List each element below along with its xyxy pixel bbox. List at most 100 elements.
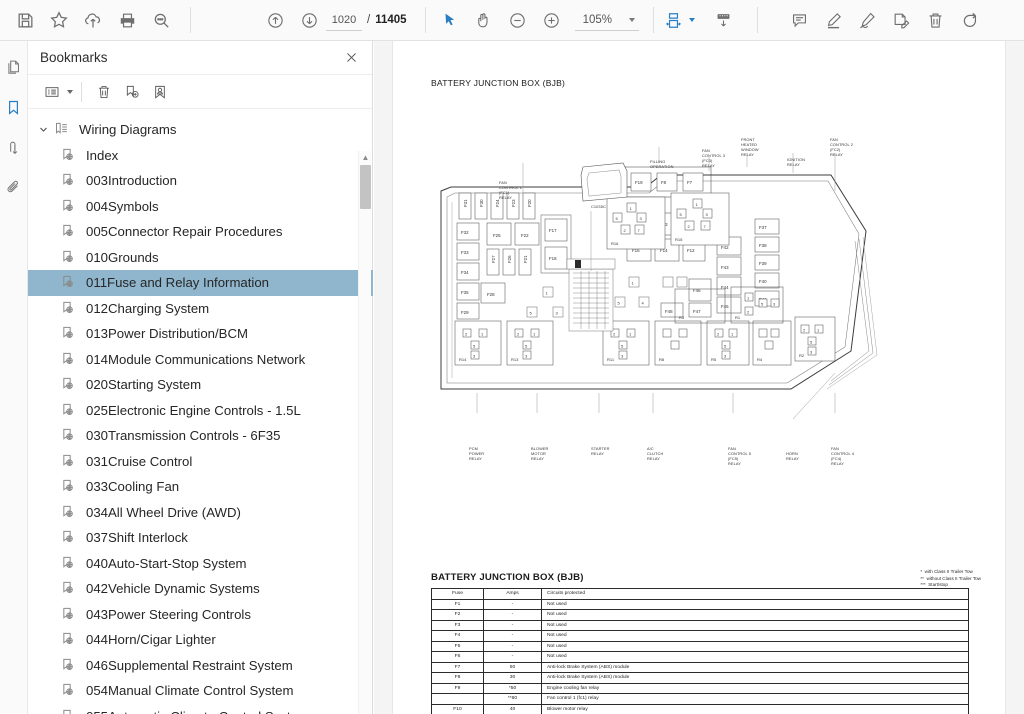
attachment-icon[interactable] (2, 175, 26, 199)
bookmark-page-icon (60, 555, 79, 572)
bookmark-page-icon (60, 708, 79, 714)
bookmark-item[interactable]: 033Cooling Fan (28, 474, 373, 500)
close-icon[interactable] (340, 47, 362, 69)
svg-text:F35: F35 (461, 290, 469, 295)
bookmark-page-icon (60, 402, 79, 419)
svg-text:F27: F27 (491, 255, 496, 263)
list-options-icon[interactable] (38, 79, 65, 105)
bookmark-item[interactable]: 005Connector Repair Procedures (28, 219, 373, 245)
bookmark-root-wiring-diagrams[interactable]: Wiring Diagrams (28, 117, 373, 143)
diagram-callout-top: FILLING OPERATION (650, 159, 674, 170)
bookmarks-icon[interactable] (2, 95, 26, 119)
fuse-table-cell: F10 (431, 703, 484, 714)
bookmarks-scrollbar[interactable]: ▲ ▼ (358, 151, 371, 714)
bookmark-page-icon (60, 427, 79, 444)
delete-bookmark-icon[interactable] (90, 79, 117, 105)
pan-hand-icon[interactable] (467, 4, 501, 36)
stamp-icon[interactable] (885, 4, 919, 36)
bookmarks-tree[interactable]: Wiring Diagrams Index 003Introduction 00… (28, 109, 373, 714)
signature-icon[interactable] (2, 135, 26, 159)
find-bookmark-icon[interactable] (146, 79, 173, 105)
svg-text:R2: R2 (799, 353, 805, 358)
add-bookmark-icon[interactable] (118, 79, 145, 105)
search-icon[interactable] (144, 4, 178, 36)
fuse-table-row: F10 40 Blower motor relay (431, 703, 969, 714)
bookmark-item[interactable]: 055Automatic Climate Control System (28, 704, 373, 714)
chevron-down-icon[interactable] (67, 89, 73, 94)
scrollbar-thumb[interactable] (360, 165, 371, 209)
fuse-table-cell: Not used (541, 651, 969, 663)
svg-text:R4: R4 (757, 357, 763, 362)
page-number-input[interactable] (326, 9, 362, 31)
diagram-callout-top: FAN CONTROL 3 (FC3) RELAY (702, 148, 726, 169)
svg-text:F26: F26 (507, 255, 512, 263)
fuse-table-cell: Not used (541, 598, 969, 610)
bookmark-item[interactable]: 004Symbols (28, 194, 373, 220)
delete-icon[interactable] (919, 4, 953, 36)
bookmark-item[interactable]: 013Power Distribution/BCM (28, 321, 373, 347)
fit-mode-chevron-icon[interactable] (688, 18, 695, 22)
document-viewport[interactable]: BATTERY JUNCTION BOX (BJB) F32 F33 F34 F… (374, 41, 1024, 714)
bookmark-item-label: Index (86, 147, 119, 163)
bookmark-item-label: 013Power Distribution/BCM (86, 326, 248, 342)
bookmark-item[interactable]: 040Auto-Start-Stop System (28, 551, 373, 577)
bookmark-item[interactable]: 037Shift Interlock (28, 525, 373, 551)
fuse-table-cell: 50 (483, 661, 542, 673)
fuse-table-header: Fuse Amps Circuits protected (431, 588, 969, 600)
comment-icon[interactable] (783, 4, 817, 36)
bookmark-item[interactable]: 046Supplemental Restraint System (28, 653, 373, 679)
bookmark-item[interactable]: 054Manual Climate Control System (28, 678, 373, 704)
bookmark-item[interactable]: Index (28, 143, 373, 169)
svg-text:F40: F40 (759, 279, 767, 284)
bookmark-page-icon (60, 198, 79, 215)
previous-page-icon[interactable] (258, 4, 292, 36)
diagram-callout-bottom: A/C CLUTCH RELAY (647, 446, 664, 462)
zoom-level-select[interactable]: 105% (574, 10, 639, 31)
bookmark-item[interactable]: 025Electronic Engine Controls - 1.5L (28, 398, 373, 424)
bookmark-item[interactable]: 030Transmission Controls - 6F35 (28, 423, 373, 449)
fuse-table-cell: Anti-lock Brake System (ABS) module (541, 661, 969, 673)
fit-width-icon[interactable] (661, 4, 687, 36)
svg-text:F39: F39 (759, 261, 767, 266)
chevron-down-icon[interactable] (36, 125, 50, 134)
bookmark-item-label: 020Starting System (86, 377, 202, 393)
bookmarks-toolbar (28, 75, 372, 109)
bookmark-item[interactable]: 003Introduction (28, 168, 373, 194)
svg-text:F32: F32 (461, 230, 469, 235)
pages-icon[interactable] (2, 55, 26, 79)
bookmark-item[interactable]: 020Starting System (28, 372, 373, 398)
zoom-out-icon[interactable] (501, 4, 535, 36)
bookmark-item[interactable]: 012Charging System (28, 296, 373, 322)
save-icon[interactable] (8, 4, 42, 36)
bookmark-item[interactable]: 043Power Steering Controls (28, 602, 373, 628)
zoom-in-icon[interactable] (535, 4, 569, 36)
bookmark-item[interactable]: 042Vehicle Dynamic Systems (28, 576, 373, 602)
bookmark-item[interactable]: 014Module Communications Network (28, 347, 373, 373)
highlight-icon[interactable] (817, 4, 851, 36)
favorite-star-icon[interactable] (42, 4, 76, 36)
draw-icon[interactable] (851, 4, 885, 36)
fuse-table-cell: F3 (431, 619, 484, 631)
bookmark-page-icon (60, 376, 79, 393)
bookmark-item[interactable]: 044Horn/Cigar Lighter (28, 627, 373, 653)
bookmark-page-icon (60, 325, 79, 342)
print-icon[interactable] (110, 4, 144, 36)
bookmark-item-label: 011Fuse and Relay Information (86, 275, 270, 291)
bookmark-item[interactable]: 034All Wheel Drive (AWD) (28, 500, 373, 526)
bookmark-item[interactable]: 010Grounds (28, 245, 373, 271)
svg-text:R13: R13 (511, 357, 519, 362)
scroll-up-icon[interactable]: ▲ (359, 151, 372, 164)
fuse-table-cell: F6 (431, 651, 484, 663)
fuse-table-cell: 30 (483, 672, 542, 684)
svg-text:R3: R3 (679, 315, 685, 320)
bookmark-item[interactable]: 031Cruise Control (28, 449, 373, 475)
next-page-icon[interactable] (292, 4, 326, 36)
rotate-icon[interactable] (953, 4, 987, 36)
fuse-table-row: F3- Not used (431, 619, 969, 631)
scroll-mode-icon[interactable] (707, 4, 741, 36)
select-cursor-icon[interactable] (433, 4, 467, 36)
upload-cloud-icon[interactable] (76, 4, 110, 36)
svg-text:F21: F21 (523, 255, 528, 263)
bookmark-item-label: 031Cruise Control (86, 453, 193, 469)
bookmark-item[interactable]: 011Fuse and Relay Information (28, 270, 373, 296)
